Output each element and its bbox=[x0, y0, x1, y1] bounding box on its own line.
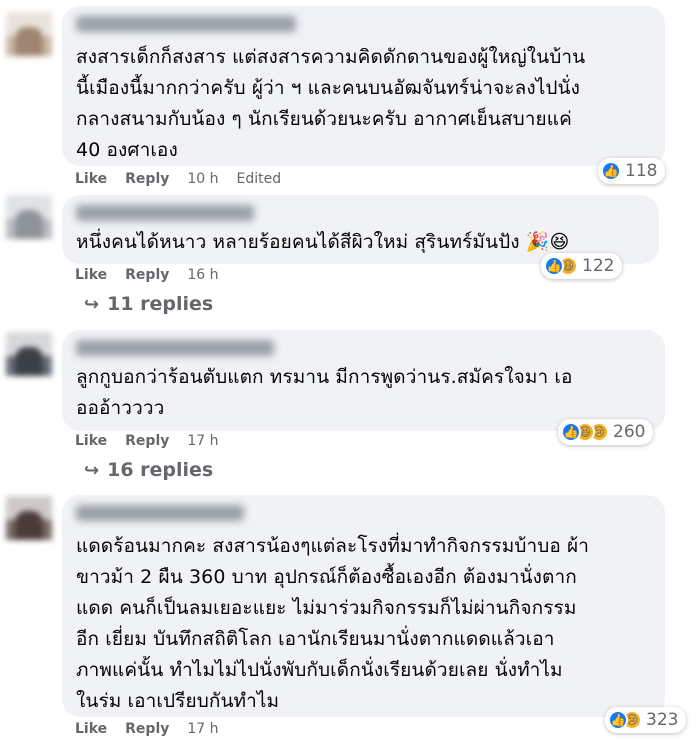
comment-timestamp[interactable]: 10 h bbox=[187, 171, 218, 187]
like-button[interactable]: Like bbox=[75, 433, 107, 449]
comment-actions: Like Reply 17 h bbox=[75, 433, 219, 449]
thumbs-up-icon: 👍 bbox=[601, 161, 621, 181]
comment-timestamp[interactable]: 17 h bbox=[187, 721, 218, 737]
comment-actions: Like Reply 10 h Edited bbox=[75, 171, 281, 187]
like-button[interactable]: Like bbox=[75, 267, 107, 283]
thumbs-up-icon: 👍 bbox=[561, 422, 581, 442]
comment-actions: Like Reply 17 h bbox=[75, 721, 219, 737]
reaction-summary[interactable]: 👍 118 bbox=[598, 158, 666, 184]
blurred-author-name[interactable] bbox=[76, 340, 274, 356]
reply-arrow-icon: ↪ bbox=[84, 459, 100, 481]
comment-actions: Like Reply 16 h bbox=[75, 267, 219, 283]
comment-text: สงสารเด็กก็สงสาร แต่สงสารความคิดดักดานขอ… bbox=[76, 46, 586, 161]
avatar[interactable] bbox=[6, 195, 52, 239]
view-replies-link[interactable]: ↪ 11 replies bbox=[84, 293, 213, 315]
reply-button[interactable]: Reply bbox=[125, 433, 169, 449]
reply-button[interactable]: Reply bbox=[125, 171, 169, 187]
reaction-summary[interactable]: 👍 😆 122 bbox=[541, 253, 623, 279]
reaction-summary[interactable]: 👍 😢 323 bbox=[605, 707, 687, 733]
reply-button[interactable]: Reply bbox=[125, 267, 169, 283]
blurred-author-name[interactable] bbox=[76, 505, 244, 521]
comment-bubble: แดดร้อนมากคะ สงสารน้องๆแต่ละโรงที่มาทำกิ… bbox=[62, 495, 665, 717]
comment-bubble: ลูกกูบอกว่าร้อนตับแตก ทรมาน มีการพูดว่าน… bbox=[62, 330, 665, 431]
reply-arrow-icon: ↪ bbox=[84, 293, 100, 315]
reaction-count: 260 bbox=[613, 422, 646, 442]
view-replies-link[interactable]: ↪ 16 replies bbox=[84, 459, 213, 481]
replies-count-label: 11 replies bbox=[107, 293, 214, 315]
reaction-count: 122 bbox=[582, 256, 615, 276]
edited-label: Edited bbox=[236, 171, 282, 187]
reaction-count: 118 bbox=[625, 161, 658, 181]
avatar[interactable] bbox=[6, 496, 52, 540]
avatar[interactable] bbox=[6, 12, 52, 56]
like-button[interactable]: Like bbox=[75, 171, 107, 187]
thumbs-up-icon: 👍 bbox=[544, 256, 564, 276]
reaction-summary[interactable]: 👍 😆 😢 260 bbox=[558, 419, 654, 445]
avatar[interactable] bbox=[6, 332, 52, 376]
blurred-author-name[interactable] bbox=[76, 205, 254, 221]
comment-timestamp[interactable]: 16 h bbox=[187, 267, 218, 283]
comment-timestamp[interactable]: 17 h bbox=[187, 433, 218, 449]
comment-text: ลูกกูบอกว่าร้อนตับแตก ทรมาน มีการพูดว่าน… bbox=[76, 366, 573, 419]
blurred-author-name[interactable] bbox=[76, 16, 296, 32]
thumbs-up-icon: 👍 bbox=[608, 710, 628, 730]
reaction-count: 323 bbox=[646, 710, 679, 730]
comment-bubble: สงสารเด็กก็สงสาร แต่สงสารความคิดดักดานขอ… bbox=[62, 6, 665, 166]
reply-button[interactable]: Reply bbox=[125, 721, 169, 737]
like-button[interactable]: Like bbox=[75, 721, 107, 737]
comment-text: แดดร้อนมากคะ สงสารน้องๆแต่ละโรงที่มาทำกิ… bbox=[76, 535, 590, 712]
replies-count-label: 16 replies bbox=[107, 459, 214, 481]
